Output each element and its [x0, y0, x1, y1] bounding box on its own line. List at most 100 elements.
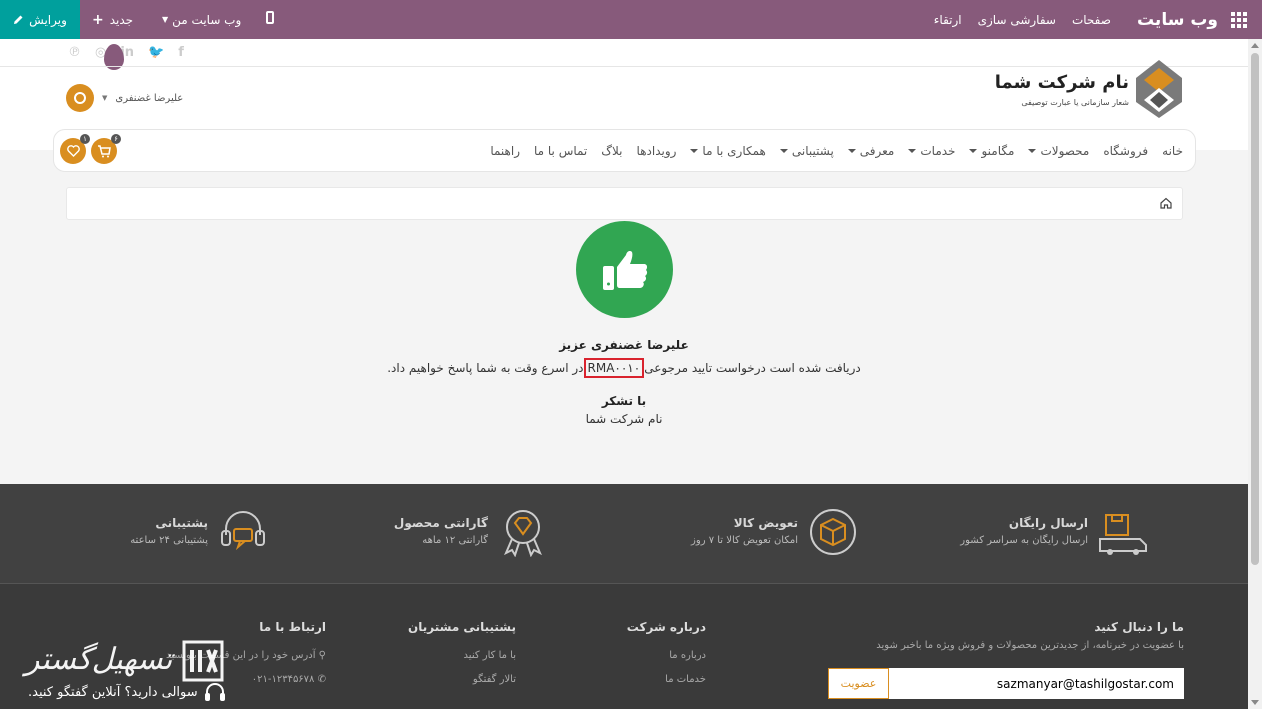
company-tagline: شعار سازمانی یا عبارت توصیفی [1021, 98, 1129, 107]
wishlist-button[interactable]: ۱ [60, 134, 90, 164]
feature-title: تعویض کالا [733, 516, 798, 530]
menu-item[interactable]: محصولات [1028, 144, 1089, 158]
feature-title: ارسال رایگان [1008, 516, 1088, 530]
page-scrollbar[interactable] [1248, 39, 1262, 709]
subscribe-button[interactable]: عضویت [828, 668, 889, 699]
heart-icon [66, 145, 80, 157]
pencil-icon [14, 15, 23, 24]
footer-col-title: درباره شرکت [626, 620, 706, 634]
footer-col-title: پشتیبانی مشتریان [408, 620, 516, 634]
wishlist-count-badge: ۱ [80, 134, 90, 144]
signature-text: نام شرکت شما [585, 412, 663, 426]
topnav-upgrade[interactable]: ارتقاء [934, 13, 962, 27]
new-button-label: جدید [109, 12, 134, 27]
mobile-preview-icon[interactable] [266, 11, 274, 24]
newsletter-form: عضویت [828, 668, 1184, 699]
logo-mark-icon [1136, 60, 1182, 118]
scrollbar-thumb[interactable] [1251, 53, 1259, 565]
menu-item[interactable]: همکاری با ما [690, 144, 765, 158]
plus-icon: + [92, 11, 104, 28]
phone-icon: ✆ [314, 674, 326, 685]
features-band: ارسال رایگان ارسال رایگان به سراسر کشور … [0, 484, 1248, 584]
greeting-text: علیرضا غضنفری عزیز [559, 338, 689, 352]
feature-subtitle: گارانتی ۱۲ ماهه [422, 535, 488, 546]
breadcrumb [66, 187, 1183, 220]
feature-exchange: تعویض کالا امکان تعویض کالا تا ۷ روز [668, 504, 858, 564]
edit-button[interactable]: ویرایش [0, 0, 80, 39]
feature-support: پشتیبانی پشتیبانی ۲۴ ساعته [118, 504, 268, 564]
menu-item[interactable]: مگامنو [969, 144, 1014, 158]
pinterest-icon[interactable]: ℗ [68, 45, 81, 60]
user-menu[interactable]: علیرضا غضنفری [115, 93, 183, 104]
menu-item[interactable]: خدمات [908, 144, 955, 158]
footer-col-title: ارتباط با ما [259, 620, 326, 634]
footer-link[interactable]: درباره ما [627, 650, 706, 661]
map-marker-icon: ⚲ [315, 650, 326, 661]
my-website-dropdown[interactable]: وب سایت من ▼ [162, 0, 241, 39]
home-icon[interactable] [1160, 197, 1172, 209]
cart-icon [98, 144, 111, 157]
menu-item[interactable]: فروشگاه [1103, 144, 1148, 158]
thanks-text: با تشکر [601, 394, 647, 408]
caret-down-icon: ▼ [162, 15, 169, 24]
newsletter-email-input[interactable] [889, 668, 1184, 699]
footer-col-support: پشتیبانی مشتریان با ما کار کنید تالار گف… [408, 620, 516, 698]
phone-text: ۰۲۱-۱۲۳۴۵۶۷۸ [251, 674, 315, 685]
confirmation-message: دریافت شده است درخواست تایید مرجوعیRMA۰۰… [0, 358, 1248, 378]
thumbs-up-icon [576, 221, 673, 318]
topnav-pages[interactable]: صفحات [1072, 13, 1111, 27]
rma-reference: RMA۰۰۱۰ [583, 358, 645, 378]
headphones-icon [204, 683, 225, 701]
footer-link[interactable]: خدمات ما [627, 674, 706, 685]
menu-item[interactable]: راهنما [490, 144, 520, 158]
cart-count-badge: ۶ [111, 134, 121, 144]
feature-subtitle: پشتیبانی ۲۴ ساعته [130, 535, 208, 546]
brand-watermark-text: تسهیل‌گستر [25, 642, 173, 677]
scroll-down-icon[interactable] [1251, 700, 1259, 705]
company-name: نام شرکت شما [994, 72, 1129, 93]
headset-icon [221, 511, 265, 551]
footer-col-about: درباره شرکت درباره ما خدمات ما [627, 620, 706, 698]
menu-item[interactable]: رویدادها [637, 144, 677, 158]
live-chat-button[interactable]: سوالی دارید؟ آنلاین گفتگو کنید. [28, 682, 226, 702]
message-part-1: دریافت شده است درخواست تایید مرجوعی [644, 361, 861, 375]
feature-warranty: گارانتی محصول گارانتی ۱۲ ماهه [394, 504, 548, 564]
new-button[interactable]: جدید + [92, 0, 133, 39]
main-menu: خانه فروشگاه محصولات مگامنو خدمات معرفی پشتیبا… [490, 130, 1183, 171]
search-icon[interactable] [66, 84, 94, 112]
diamond-badge-icon [504, 510, 542, 557]
menu-item[interactable]: خانه [1162, 144, 1183, 158]
brand-watermark-logo-icon [182, 640, 224, 682]
menu-item[interactable]: تماس با ما [534, 144, 587, 158]
footer-link[interactable]: با ما کار کنید [408, 650, 516, 661]
caret-down-icon: ▼ [102, 94, 108, 102]
my-website-label: وب سایت من [172, 12, 242, 27]
feature-subtitle: ارسال رایگان به سراسر کشور [960, 535, 1088, 546]
facebook-icon[interactable]: f [178, 45, 184, 60]
cart-button[interactable]: ۶ [91, 134, 121, 164]
scroll-up-icon[interactable] [1251, 43, 1259, 48]
social-links: ℗ ◎ in 🐦 f [68, 45, 184, 60]
live-chat-text: سوالی دارید؟ آنلاین گفتگو کنید. [28, 684, 198, 700]
menu-item[interactable]: معرفی [848, 144, 895, 158]
apps-grid-icon[interactable] [1226, 7, 1252, 33]
newsletter-title: ما را دنبال کنید [1094, 620, 1184, 634]
newsletter-text: با عضویت در خبرنامه، از جدیدترین محصولات… [876, 640, 1184, 651]
feature-subtitle: امکان تعویض کالا تا ۷ روز [691, 535, 798, 546]
brand-watermark: تسهیل‌گستر [25, 640, 224, 682]
message-part-2: در اسرع وقت به شما پاسخ خواهیم داد. [387, 361, 584, 375]
header-user-area: ▼ علیرضا غضنفری [66, 84, 183, 112]
feature-free-shipping: ارسال رایگان ارسال رایگان به سراسر کشور [948, 504, 1148, 564]
menu-item[interactable]: پشتیبانی [780, 144, 834, 158]
menu-item[interactable]: بلاگ [601, 144, 622, 158]
package-return-icon [810, 509, 856, 555]
admin-topbar: وب سایت صفحات سفارشی سازی ارتقاء ویرایش … [0, 0, 1262, 39]
topnav-customize[interactable]: سفارشی سازی [978, 13, 1056, 27]
company-logo[interactable]: نام شرکت شما شعار سازمانی یا عبارت توصیف… [995, 58, 1184, 120]
twitter-icon[interactable]: 🐦 [148, 45, 164, 60]
app-brand[interactable]: وب سایت [1137, 10, 1218, 30]
newsletter-section: ما را دنبال کنید با عضویت در خبرنامه، از… [824, 620, 1184, 651]
delivery-truck-icon [1099, 514, 1147, 555]
footer-link[interactable]: تالار گفتگو [408, 674, 516, 685]
feature-title: پشتیبانی [155, 516, 208, 530]
